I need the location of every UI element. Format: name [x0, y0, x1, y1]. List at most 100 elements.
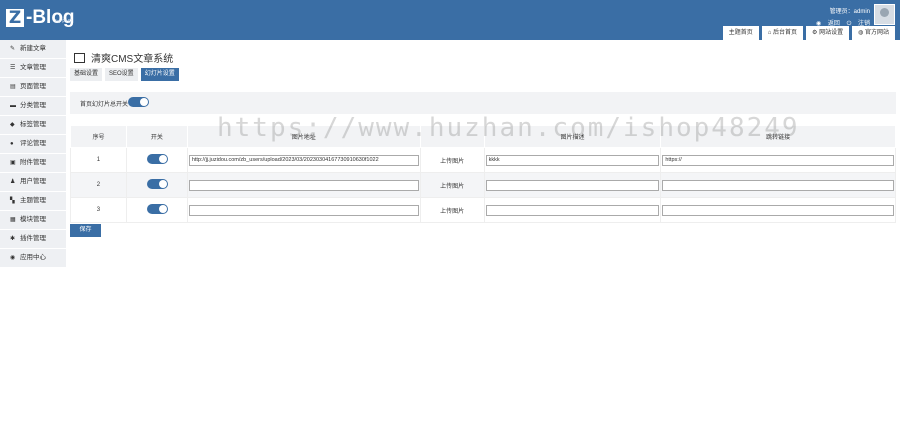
row-toggle-switch[interactable]	[146, 204, 168, 214]
master-toggle-label: 首页幻灯片总开关	[80, 102, 129, 108]
sidebar-item-label: 文章管理	[20, 64, 46, 71]
row-image-cell	[186, 197, 421, 223]
sidebar-item-label: 评论管理	[20, 140, 46, 147]
sidebar-item-new-article[interactable]: ✎ 新建文章	[0, 40, 66, 59]
tag-icon: ◆	[10, 122, 15, 128]
row-toggle-switch[interactable]	[146, 154, 168, 164]
table-row: 1 http://jj.juzidou.com/zb_users/upload/…	[70, 147, 896, 173]
sidebar-item-label: 页面管理	[20, 83, 46, 90]
window-icon	[74, 52, 85, 63]
row-toggle-switch[interactable]	[146, 179, 168, 189]
top-header-bar: Z -Blog for PHP 管理员：admin ◉ 返回 ⏻ 注销 主题首页…	[0, 0, 900, 40]
row-desc-cell	[483, 197, 662, 223]
image-url-input[interactable]: http://jj.juzidou.com/zb_users/upload/20…	[188, 154, 419, 166]
row-index: 2	[70, 172, 127, 198]
row-upload-cell: 上传图片	[419, 172, 485, 198]
upload-image-button[interactable]: 上传图片	[440, 184, 464, 190]
user-icon: ♟	[10, 179, 16, 185]
link-url-input[interactable]	[662, 179, 894, 191]
sidebar-item-label: 模块管理	[20, 216, 46, 223]
site-settings-button[interactable]: ⚙ 网站设置	[806, 26, 850, 40]
row-image-cell: http://jj.juzidou.com/zb_users/upload/20…	[186, 147, 421, 173]
sidebar-item-label: 新建文章	[20, 45, 46, 52]
settings-tabs: 基础设置 SEO设置 幻灯片设置	[70, 68, 179, 81]
row-switch-cell	[125, 147, 188, 173]
sidebar-item-attachments[interactable]: ▣ 附件管理	[0, 154, 66, 173]
list-icon: ☰	[10, 65, 16, 71]
official-site-label: 官方网站	[864, 30, 889, 36]
official-site-button[interactable]: ◍ 官方网站	[852, 26, 895, 40]
sidebar-item-label: 应用中心	[20, 254, 46, 261]
user-info: 管理员：admin ◉ 返回 ⏻ 注销	[811, 6, 870, 28]
logo-z-mark: Z	[6, 9, 24, 27]
table-row: 3 上传图片	[70, 197, 896, 223]
top-nav: 主题首页 ⌂ 后台首页 ⚙ 网站设置 ◍ 官方网站	[722, 26, 895, 40]
image-url-input[interactable]	[188, 179, 419, 191]
sidebar-item-label: 标签管理	[20, 121, 46, 128]
admin-label: 管理员：admin	[829, 9, 870, 15]
row-link-cell	[660, 197, 896, 223]
col-header-switch: 开关	[125, 125, 188, 148]
col-header-upload	[419, 125, 485, 148]
row-switch-cell	[125, 172, 188, 198]
admin-home-label: 后台首页	[773, 30, 798, 36]
col-header-image-url: 图片地址	[186, 125, 421, 148]
sidebar-item-label: 分类管理	[20, 102, 46, 109]
image-desc-input[interactable]	[485, 204, 660, 216]
site-settings-label: 网站设置	[819, 30, 844, 36]
row-desc-cell	[483, 172, 662, 198]
sidebar-item-themes[interactable]: ▚ 主题管理	[0, 192, 66, 211]
save-button[interactable]: 保存	[70, 224, 101, 237]
sidebar-item-articles[interactable]: ☰ 文章管理	[0, 59, 66, 78]
upload-image-button[interactable]: 上传图片	[440, 159, 464, 165]
master-toggle-row: 首页幻灯片总开关	[70, 92, 896, 114]
page-title: 清爽CMS文章系统	[74, 50, 173, 65]
page-title-text: 清爽CMS文章系统	[91, 54, 174, 65]
row-upload-cell: 上传图片	[419, 197, 485, 223]
sidebar-item-label: 附件管理	[20, 159, 46, 166]
row-link-cell	[660, 172, 896, 198]
image-desc-input[interactable]: kkkk	[485, 154, 660, 166]
sidebar: ✎ 新建文章 ☰ 文章管理 ▤ 页面管理 ▬ 分类管理 ◆ 标签管理 ● 评论管理 ▣ 附件管…	[0, 40, 66, 427]
edit-icon: ✎	[10, 46, 16, 52]
plugin-icon: ✱	[10, 236, 16, 242]
tab-seo-settings[interactable]: SEO设置	[105, 68, 138, 81]
row-image-cell	[186, 172, 421, 198]
sidebar-item-label: 主题管理	[20, 197, 46, 204]
sidebar-item-modules[interactable]: ▦ 模块管理	[0, 211, 66, 230]
row-link-cell: https://	[660, 147, 896, 173]
upload-image-button[interactable]: 上传图片	[440, 209, 464, 215]
image-url-input[interactable]	[188, 204, 419, 216]
link-url-input[interactable]: https://	[662, 154, 894, 166]
row-upload-cell: 上传图片	[419, 147, 485, 173]
tab-basic-settings[interactable]: 基础设置	[70, 68, 103, 81]
main-content: 清爽CMS文章系统 基础设置 SEO设置 幻灯片设置 首页幻灯片总开关 序号 开…	[66, 40, 900, 427]
sidebar-item-plugins[interactable]: ✱ 插件管理	[0, 230, 66, 249]
app-icon: ◉	[10, 255, 16, 261]
sidebar-item-categories[interactable]: ▬ 分类管理	[0, 97, 66, 116]
theme-icon: ▚	[10, 198, 15, 204]
theme-home-button[interactable]: 主题首页	[722, 26, 759, 40]
col-header-index: 序号	[70, 125, 127, 148]
sidebar-item-users[interactable]: ♟ 用户管理	[0, 173, 66, 192]
sidebar-item-comments[interactable]: ● 评论管理	[0, 135, 66, 154]
row-index: 1	[70, 147, 127, 173]
master-slideshow-toggle[interactable]	[128, 97, 149, 107]
table-header-row: 序号 开关 图片地址 图片描述 跳转链接	[70, 125, 896, 148]
sidebar-item-pages[interactable]: ▤ 页面管理	[0, 78, 66, 97]
logo-subtitle: for PHP	[55, 19, 73, 25]
avatar[interactable]	[874, 4, 895, 25]
row-index: 3	[70, 197, 127, 223]
sidebar-item-tags[interactable]: ◆ 标签管理	[0, 116, 66, 135]
link-url-input[interactable]	[662, 204, 894, 216]
attachment-icon: ▣	[10, 160, 16, 166]
row-desc-cell: kkkk	[483, 147, 662, 173]
row-switch-cell	[125, 197, 188, 223]
col-header-link: 跳转链接	[660, 125, 896, 148]
sidebar-item-label: 用户管理	[20, 178, 46, 185]
admin-home-button[interactable]: ⌂ 后台首页	[761, 26, 804, 40]
image-desc-input[interactable]	[485, 179, 660, 191]
tab-slide-settings[interactable]: 幻灯片设置	[140, 68, 179, 81]
comment-icon: ●	[10, 141, 14, 147]
sidebar-item-app-center[interactable]: ◉ 应用中心	[0, 249, 66, 268]
